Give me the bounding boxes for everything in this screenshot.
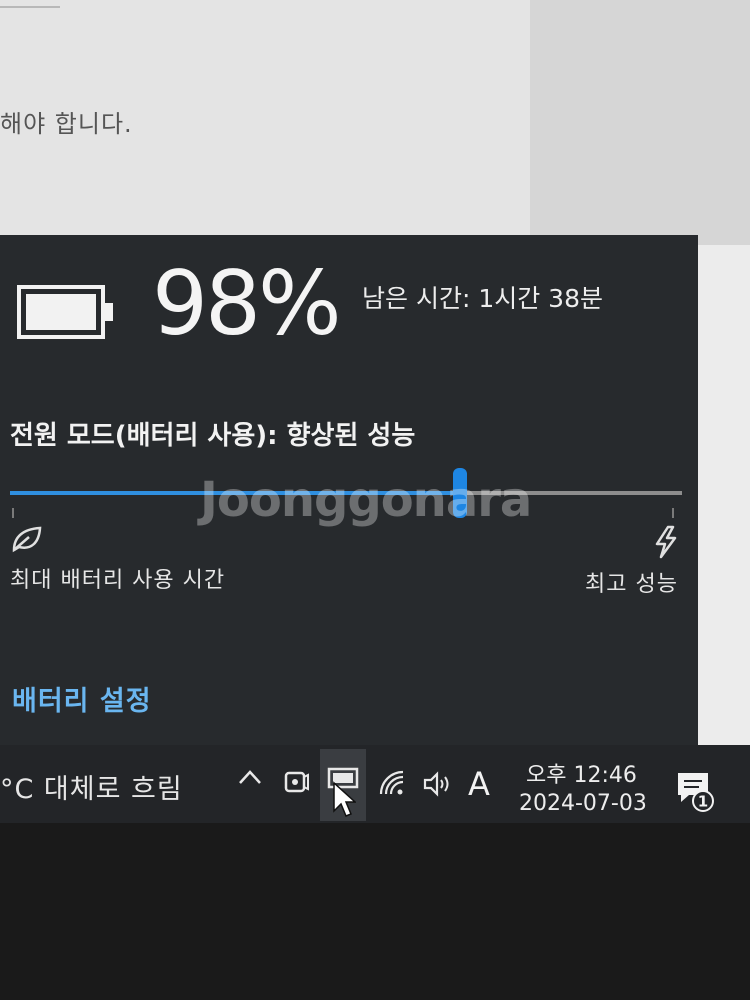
clock-time[interactable]: 오후 12:46 — [526, 757, 637, 789]
background-window-edge — [698, 245, 750, 750]
monitor-bezel — [0, 823, 750, 1000]
volume-icon[interactable] — [422, 771, 454, 797]
time-remaining: 남은 시간: 1시간 38분 — [362, 284, 603, 313]
input-method-indicator[interactable]: A — [468, 765, 490, 803]
document-text: 해야 합니다. — [0, 110, 133, 138]
text-fragment — [0, 0, 60, 8]
slider-tick-end — [672, 508, 674, 518]
notification-count: 1 — [698, 793, 708, 811]
weather-widget[interactable]: °C 대체로 흐림 — [0, 767, 183, 806]
battery-settings-link[interactable]: 배터리 설정 — [12, 679, 152, 718]
battery-percentage: 98% — [152, 252, 342, 355]
background-document: 해야 합니다. — [0, 0, 750, 260]
best-performance-label: 최고 성능 — [585, 572, 678, 597]
mouse-cursor-icon — [333, 781, 356, 817]
power-mode-label: 전원 모드(배터리 사용): 향상된 성능 — [10, 421, 416, 451]
clock-date[interactable]: 2024-07-03 — [519, 791, 647, 816]
slider-tick-start — [12, 508, 14, 518]
document-page: 해야 합니다. — [0, 0, 530, 245]
camera-icon[interactable] — [282, 765, 310, 799]
notification-icon[interactable]: 1 — [675, 769, 715, 813]
watermark: Joonggonara — [200, 472, 532, 528]
lightning-icon — [655, 525, 677, 559]
wifi-icon[interactable] — [378, 769, 408, 797]
leaf-icon — [12, 526, 42, 553]
taskbar: °C 대체로 흐림 A 오후 12:46 2024-07-03 1 — [0, 745, 750, 823]
battery-icon — [17, 285, 113, 339]
chevron-up-icon[interactable] — [236, 763, 264, 793]
max-battery-label: 최대 배터리 사용 시간 — [10, 568, 226, 593]
